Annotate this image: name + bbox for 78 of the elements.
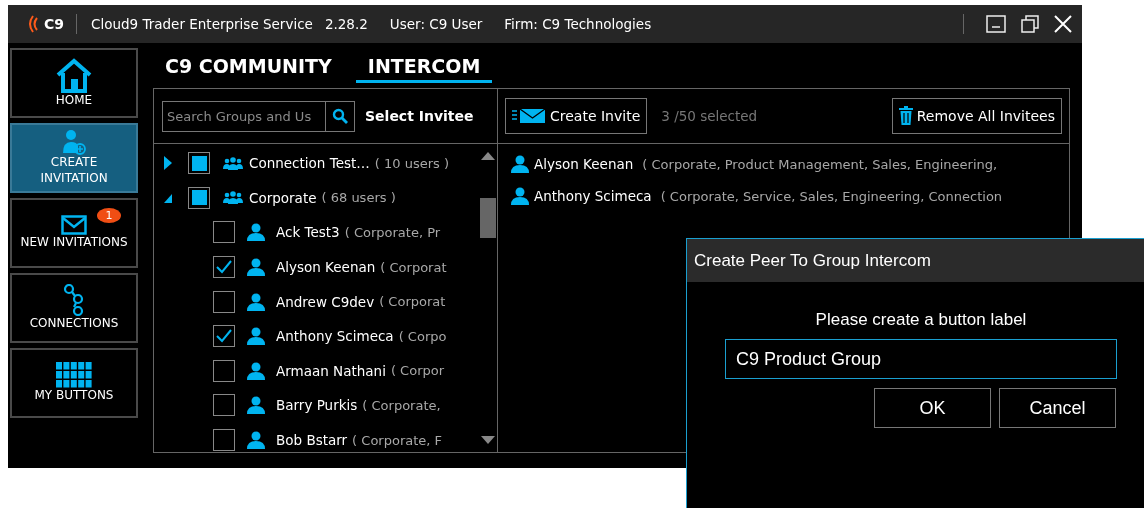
grid-icon [56,362,92,389]
search-icon[interactable] [332,108,348,124]
invitee-name: Anthony Scimeca [534,188,652,204]
user-icon [246,361,266,380]
restore-icon[interactable] [1020,15,1040,33]
notification-badge: 1 [97,208,121,223]
user-groups: ( Corporat [379,294,446,310]
checkbox[interactable] [213,256,235,279]
user-groups: ( Corpo [398,328,447,344]
checkbox[interactable] [213,221,235,244]
user-icon [510,187,530,205]
dialog-title: Create Peer To Group Intercom [687,239,1144,282]
user-icon [246,292,266,311]
sidebar-item[interactable]: CREATE INVITATION [10,123,138,193]
user-icon [510,155,530,173]
checkbox[interactable] [188,152,210,175]
dialog-button[interactable]: Cancel [999,388,1116,428]
user-groups: ( Corporate, Pr [344,225,441,240]
user-icon [246,258,266,277]
checkbox[interactable] [213,359,235,382]
group-icon [223,191,243,205]
user-icon [246,327,266,346]
user-name[interactable]: Andrew C9dev [276,293,375,310]
user-name[interactable]: Armaan Nathani [276,362,386,379]
user-name[interactable]: Barry Purkis [276,397,358,414]
user-name[interactable]: Alyson Keenan [276,259,376,276]
user-count: ( 68 users ) [321,190,396,206]
group-icon [223,156,243,170]
group-name[interactable]: Connection Test… [249,155,370,172]
version-text: 2.28.2 [324,16,368,32]
user-groups: ( Corporate, [362,397,441,413]
home-icon [54,57,94,94]
checkbox[interactable] [213,290,235,313]
user-add-icon [62,129,86,156]
checkbox[interactable] [213,429,235,452]
user-name[interactable]: Anthony Scimeca [276,328,394,345]
user-icon [246,223,266,242]
sidebar-item[interactable]: CONNECTIONS [10,273,138,343]
search-field[interactable]: Search Groups and Us [162,100,325,132]
user-icon [246,431,266,450]
tab[interactable]: C9 COMMUNITY [165,53,344,83]
logo-text: C9 [44,16,64,32]
minimize-icon[interactable] [986,15,1006,33]
user-groups: ( Corporat [380,259,447,275]
user-groups: ( Corporate, F [352,432,443,448]
selected-count: 3 /50 selected [661,108,758,124]
close-icon[interactable] [1054,15,1072,33]
group-name[interactable]: Corporate [249,189,317,206]
invitee-name: Alyson Keenan [534,156,634,172]
section-heading: Select Invitee [365,108,474,124]
user-name[interactable]: Ack Test3 [276,224,340,241]
connections-icon [63,284,85,317]
remove-all-button[interactable]: Remove All Invitees [891,98,1062,134]
label-input-field[interactable]: C9 Product Group [725,339,1117,379]
invitee-groups: ( Corporate, Product Management, Sales, Engineering, [642,156,998,172]
sidebar-item[interactable]: 1 NEW INVITATIONS [10,198,138,268]
checkbox[interactable] [213,325,235,348]
sidebar-item[interactable]: MY BUTTONS [10,348,138,418]
user-name[interactable]: Bob Bstarr [276,432,348,449]
envelope-icon [512,108,546,124]
tab[interactable]: INTERCOM [355,53,493,83]
dialog-button[interactable]: OK [874,388,991,428]
user-text: User: C9 User [389,16,483,32]
dialog-prompt: Please create a button label [814,310,1028,330]
logo-icon [26,14,40,34]
user-count: ( 10 users ) [374,155,449,171]
window-title: Cloud9 Trader Enterprise Service [91,16,313,32]
checkbox[interactable] [188,186,210,209]
invitee-groups: ( Corporate, Service, Sales, Engineering, Connection [660,188,1003,204]
sidebar-item[interactable]: HOME [10,48,138,118]
user-icon [246,396,266,415]
envelope-icon [61,215,87,236]
user-groups: ( Corpor [390,363,445,379]
firm-text: Firm: C9 Technologies [504,16,652,32]
expand-icon[interactable] [163,155,173,172]
checkbox[interactable] [213,394,235,417]
create-invite-button[interactable]: Create Invite [505,98,648,134]
trash-icon [898,106,913,126]
